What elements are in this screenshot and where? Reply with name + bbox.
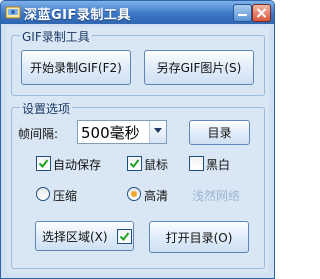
checkmark-icon bbox=[129, 159, 140, 169]
grayscale-label: 黑白 bbox=[206, 158, 231, 172]
auto-save-checkbox[interactable] bbox=[36, 156, 51, 171]
minimize-icon bbox=[238, 14, 247, 16]
close-button[interactable] bbox=[252, 4, 271, 22]
frame-interval-label: 帧间隔: bbox=[18, 127, 59, 141]
select-area-label: 选择区域(X) bbox=[42, 229, 108, 244]
high-quality-label: 高清 bbox=[144, 189, 169, 203]
cursor-checkbox[interactable] bbox=[127, 156, 142, 171]
save-gif-button[interactable]: 另存GIF图片(S) bbox=[144, 50, 254, 85]
frame-interval-value: 500毫秒 bbox=[81, 124, 140, 142]
settings-group: 设置选项 帧间隔: 500毫秒 目录 自动保存 鼠标 黑白 压缩 高清 浅然网络… bbox=[11, 100, 265, 269]
cursor-label: 鼠标 bbox=[144, 158, 169, 172]
chevron-down-icon bbox=[154, 128, 162, 133]
frame-interval-select[interactable]: 500毫秒 bbox=[77, 120, 167, 144]
window-title: 深蓝GIF录制工具 bbox=[24, 8, 131, 23]
checkmark-icon bbox=[38, 159, 49, 169]
app-icon bbox=[5, 6, 21, 19]
watermark-text: 浅然网络 bbox=[192, 189, 241, 203]
client-area: GIF录制工具 开始录制GIF(F2) 另存GIF图片(S) 设置选项 帧间隔:… bbox=[6, 27, 269, 273]
dropdown-button[interactable] bbox=[149, 121, 166, 143]
settings-group-title: 设置选项 bbox=[20, 100, 73, 117]
gif-record-group: GIF录制工具 开始录制GIF(F2) 另存GIF图片(S) bbox=[11, 28, 265, 96]
minimize-button[interactable] bbox=[233, 4, 252, 22]
open-directory-button[interactable]: 打开目录(O) bbox=[149, 221, 249, 253]
start-record-button[interactable]: 开始录制GIF(F2) bbox=[21, 50, 131, 85]
compress-label: 压缩 bbox=[53, 189, 78, 203]
gif-group-title: GIF录制工具 bbox=[20, 28, 92, 45]
radio-selected-dot bbox=[131, 191, 137, 197]
checkmark-icon bbox=[119, 232, 130, 242]
directory-button[interactable]: 目录 bbox=[189, 120, 250, 145]
auto-save-label: 自动保存 bbox=[53, 158, 102, 172]
app-window: 深蓝GIF录制工具 GIF录制工具 开始录制GIF(F2) 另存GIF图片(S)… bbox=[0, 0, 275, 279]
compress-radio[interactable] bbox=[36, 187, 50, 201]
select-area-checkbox[interactable] bbox=[117, 229, 132, 244]
grayscale-checkbox[interactable] bbox=[189, 156, 204, 171]
high-quality-radio[interactable] bbox=[127, 187, 141, 201]
close-icon bbox=[256, 8, 267, 18]
title-bar[interactable]: 深蓝GIF录制工具 bbox=[1, 1, 274, 24]
